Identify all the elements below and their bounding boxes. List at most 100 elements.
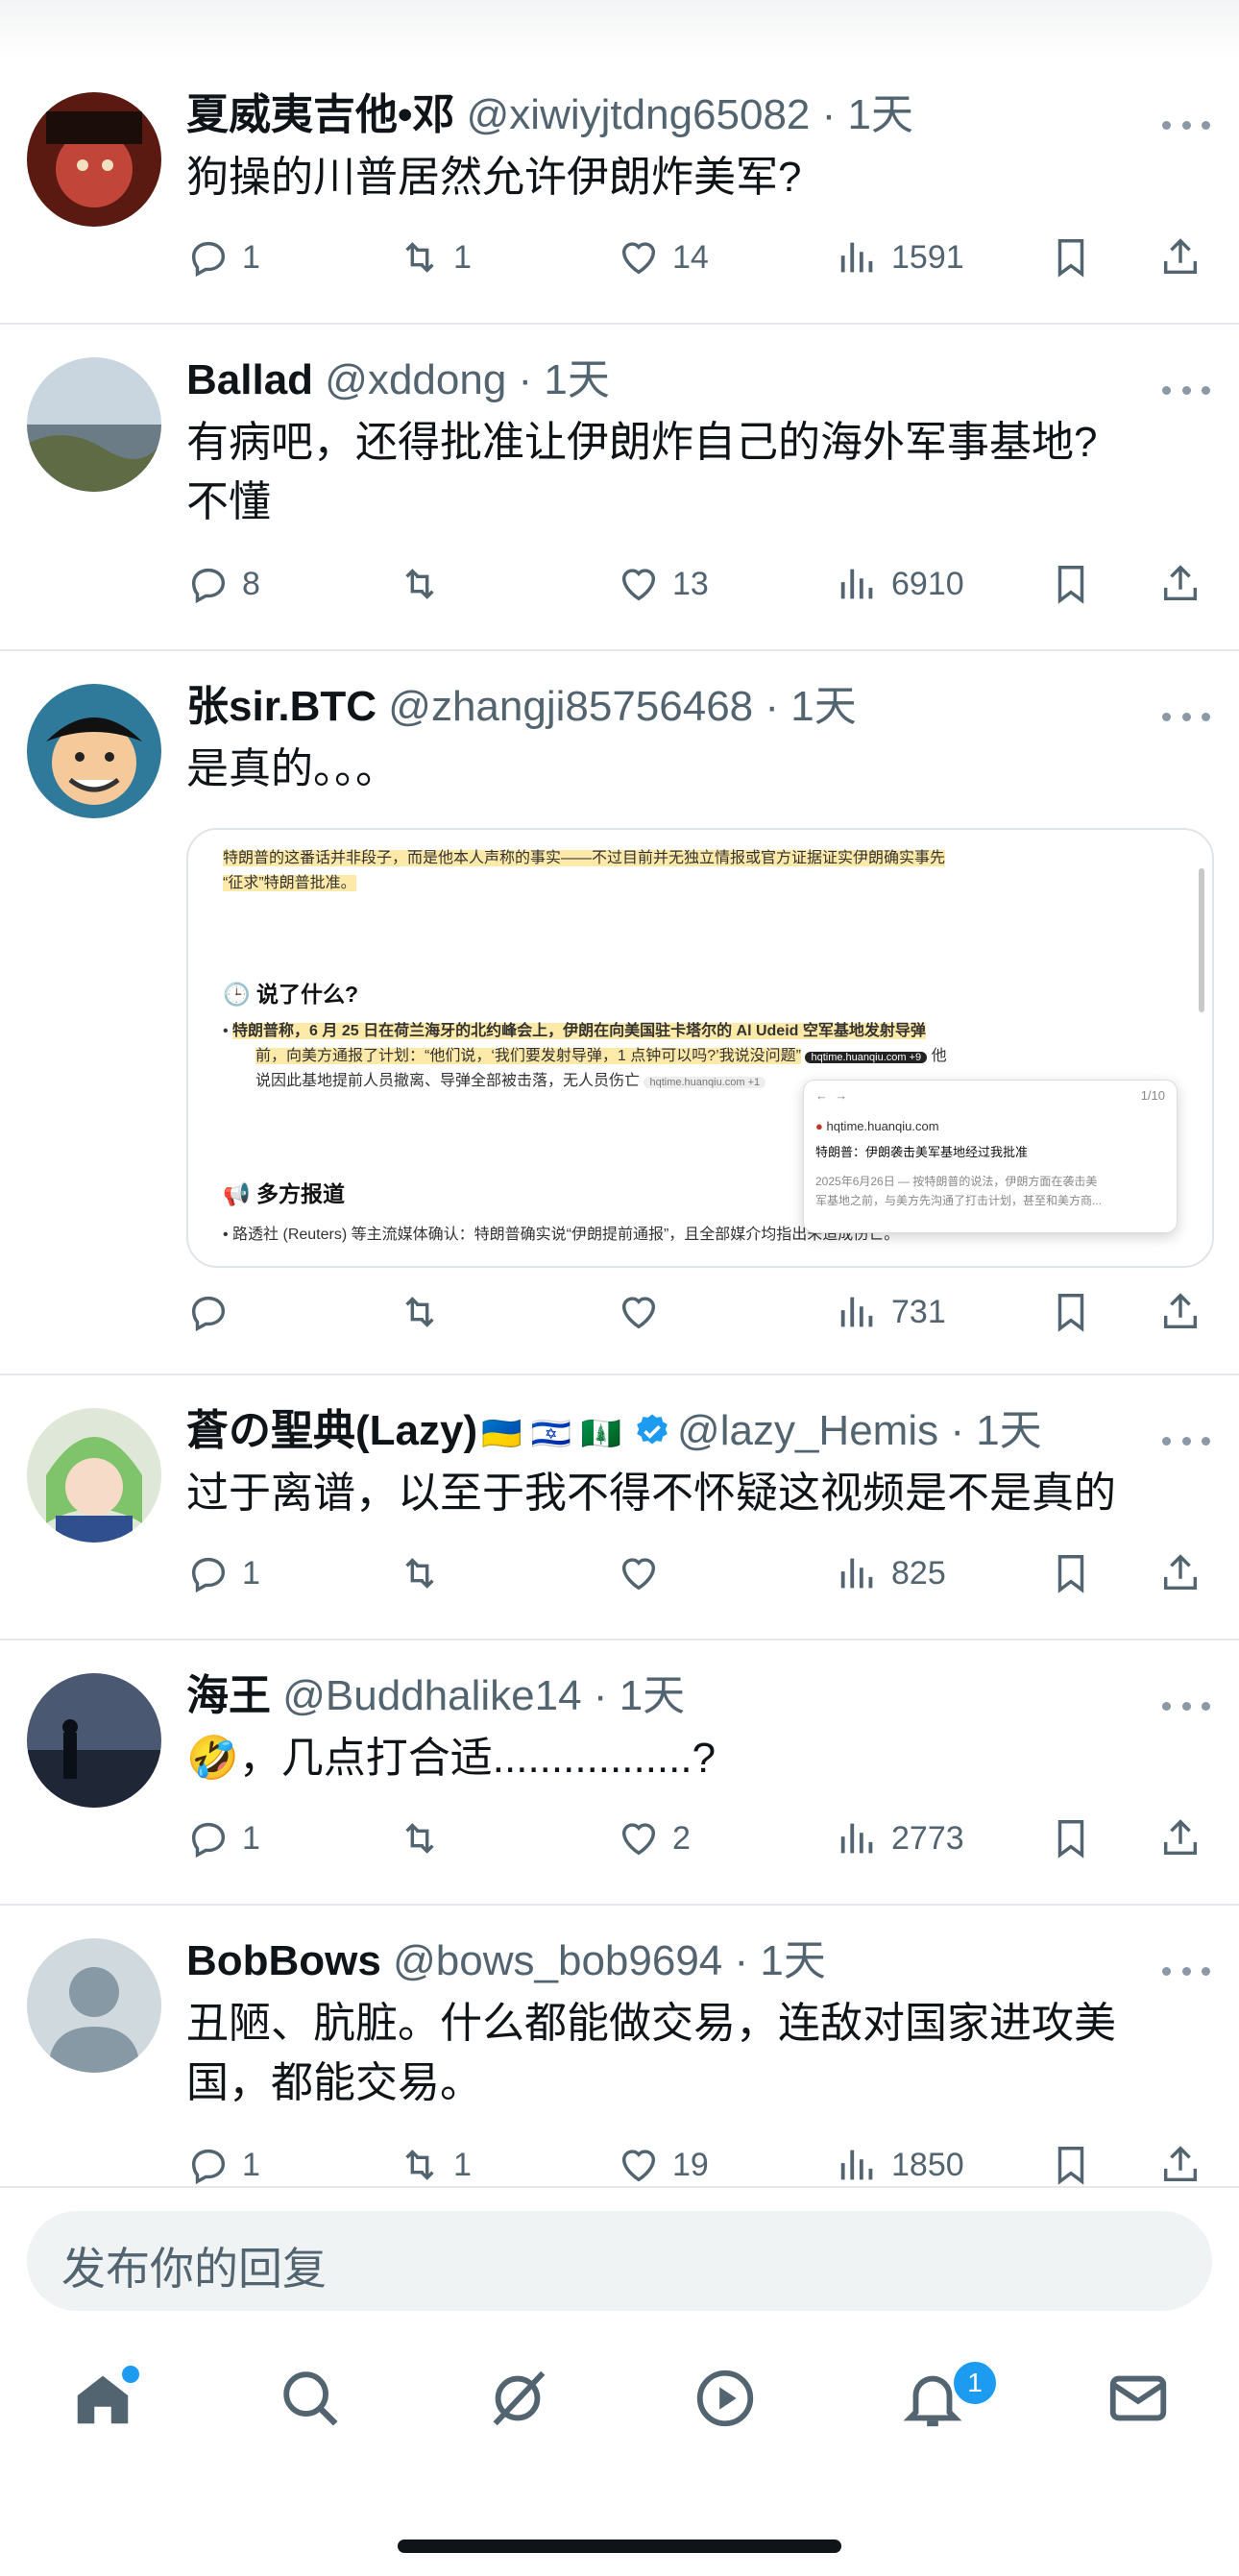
user-handle[interactable]: @bows_bob9694 <box>393 1937 722 1984</box>
tweet[interactable]: 夏威夷吉他•邓 @xiwiyjtdng65082 · 1天 狗操的川普居然允许伊… <box>0 60 1239 325</box>
user-handle[interactable]: @zhangji85756468 <box>388 683 753 730</box>
embedded-image[interactable]: 特朗普的这番话并非段子，而是他本人声称的事实——不过目前并无独立情报或官方证据证… <box>186 828 1214 1268</box>
bookmark-button[interactable] <box>1049 555 1093 613</box>
tab-messages[interactable] <box>1105 2365 1172 2432</box>
mail-icon <box>1109 2375 1167 2421</box>
timestamp[interactable]: 1天 <box>976 1407 1041 1454</box>
bottom-tab-bar <box>0 2344 1239 2478</box>
tweet[interactable]: 蒼の聖典(Lazy) 🇺🇦 🇮🇱 🇳🇫 @lazy_Hemis · 1天 过于离谱，… <box>0 1375 1239 1640</box>
tweet[interactable]: Ballad @xddong · 1天 有病吧，还得批准让伊朗炸自己的海外军事基… <box>0 325 1239 651</box>
retweet-button[interactable] <box>398 1544 453 1602</box>
avatar[interactable] <box>27 357 161 492</box>
more-options-icon[interactable] <box>1162 1961 1210 1981</box>
retweet-button[interactable] <box>398 555 453 613</box>
views-button[interactable]: 1591 <box>836 229 964 286</box>
tab-grok[interactable] <box>484 2365 551 2432</box>
share-button[interactable] <box>1158 2136 1203 2186</box>
timestamp[interactable]: 1天 <box>790 683 856 730</box>
reply-button[interactable]: 1 <box>186 2136 260 2186</box>
like-button[interactable]: 2 <box>617 1810 691 1867</box>
bookmark-button[interactable] <box>1049 1283 1093 1341</box>
avatar[interactable] <box>27 1673 161 1808</box>
tab-search[interactable] <box>277 2365 344 2432</box>
display-name[interactable]: BobBows <box>186 1937 381 1984</box>
bookmark-button[interactable] <box>1049 1810 1093 1867</box>
views-button[interactable]: 825 <box>836 1544 946 1602</box>
avatar[interactable] <box>27 1408 161 1543</box>
reply-button[interactable] <box>186 1283 242 1341</box>
share-button[interactable] <box>1158 229 1203 286</box>
retweet-button[interactable]: 1 <box>398 229 472 286</box>
retweet-button[interactable] <box>398 1283 453 1341</box>
retweet-button[interactable] <box>398 1810 453 1867</box>
like-button[interactable]: 14 <box>617 229 709 286</box>
bookmark-icon <box>1057 1555 1084 1593</box>
timestamp[interactable]: 1天 <box>620 1672 685 1719</box>
tweet[interactable]: BobBows @bows_bob9694 · 1天 丑陋、肮脏。什么都能做交易… <box>0 1906 1239 2186</box>
home-indicator <box>398 2540 841 2553</box>
share-button[interactable] <box>1158 1283 1203 1341</box>
timestamp[interactable]: 1天 <box>544 356 609 403</box>
views-button[interactable]: 1850 <box>836 2136 964 2186</box>
timestamp[interactable]: 1天 <box>848 91 913 138</box>
popup-snippet: 军基地之前，与美方先沟通了打击计划，甚至和美方商... <box>815 1194 1103 1207</box>
more-options-icon[interactable] <box>1162 380 1210 400</box>
like-count: 19 <box>672 2146 709 2183</box>
share-button[interactable] <box>1158 1810 1203 1867</box>
embed-text: “征求”特朗普批准。 <box>223 875 356 891</box>
reply-button[interactable]: 1 <box>186 1544 260 1602</box>
reply-button[interactable]: 1 <box>186 1810 260 1867</box>
like-button[interactable]: 19 <box>617 2136 709 2186</box>
display-name[interactable]: 夏威夷吉他•邓 <box>186 91 454 138</box>
tab-video[interactable] <box>692 2365 759 2432</box>
views-button[interactable]: 731 <box>836 1283 946 1341</box>
citation-chip: hqtime.huanqiu.com +9 <box>805 1052 928 1063</box>
tweet[interactable]: 张sir.BTC @zhangji85756468 · 1天 是真的。。。 特朗… <box>0 651 1239 1375</box>
retweet-icon <box>405 1297 434 1327</box>
like-button[interactable] <box>617 1283 672 1341</box>
more-options-icon[interactable] <box>1162 1431 1210 1450</box>
avatar[interactable] <box>27 1938 161 2073</box>
analytics-icon <box>840 2150 873 2180</box>
user-handle[interactable]: @lazy_Hemis <box>677 1407 938 1454</box>
retweet-button[interactable]: 1 <box>398 2136 472 2186</box>
user-handle[interactable]: @xddong <box>325 356 506 403</box>
tweet-header: BobBows @bows_bob9694 · 1天 <box>186 1937 826 1984</box>
more-options-icon[interactable] <box>1162 1696 1210 1715</box>
display-name[interactable]: 蒼の聖典(Lazy) <box>186 1407 477 1454</box>
views-button[interactable]: 6910 <box>836 555 964 613</box>
tweet-header: Ballad @xddong · 1天 <box>186 356 610 403</box>
more-options-icon[interactable] <box>1162 115 1210 134</box>
bookmark-button[interactable] <box>1049 2136 1093 2186</box>
reply-button[interactable]: 8 <box>186 555 260 613</box>
like-button[interactable] <box>617 1544 672 1602</box>
avatar[interactable] <box>27 684 161 818</box>
reply-input[interactable]: 发布你的回复 <box>27 2211 1212 2311</box>
more-options-icon[interactable] <box>1162 707 1210 726</box>
top-fade <box>0 0 1239 60</box>
share-button[interactable] <box>1158 555 1203 613</box>
popup-counter: 1/10 <box>1140 1088 1165 1103</box>
share-button[interactable] <box>1158 1544 1203 1602</box>
user-handle[interactable]: @Buddhalike14 <box>282 1672 581 1719</box>
display-name[interactable]: 张sir.BTC <box>186 683 377 730</box>
reply-button[interactable]: 1 <box>186 229 260 286</box>
user-handle[interactable]: @xiwiyjtdng65082 <box>467 91 811 138</box>
share-icon <box>1163 1819 1198 1856</box>
bookmark-button[interactable] <box>1049 1544 1093 1602</box>
like-button[interactable]: 13 <box>617 555 709 613</box>
bookmark-button[interactable] <box>1049 229 1093 286</box>
reply-count: 8 <box>242 565 260 602</box>
avatar[interactable] <box>27 92 161 227</box>
tweet-header: 蒼の聖典(Lazy) 🇺🇦 🇮🇱 🇳🇫 @lazy_Hemis · 1天 <box>186 1407 1042 1454</box>
timestamp[interactable]: 1天 <box>760 1937 825 1984</box>
tweet[interactable]: 海王 @Buddhalike14 · 1天 🤣，几点打合适...........… <box>0 1640 1239 1906</box>
view-count: 1591 <box>891 238 964 276</box>
action-bar: 8 13 6910 <box>186 555 1224 613</box>
reply-icon <box>191 1822 226 1859</box>
views-button[interactable]: 2773 <box>836 1810 964 1867</box>
tweet-text-line: 不懂 <box>186 478 271 525</box>
action-bar: 731 <box>186 1283 1224 1341</box>
display-name[interactable]: Ballad <box>186 356 313 403</box>
display-name[interactable]: 海王 <box>186 1672 271 1719</box>
